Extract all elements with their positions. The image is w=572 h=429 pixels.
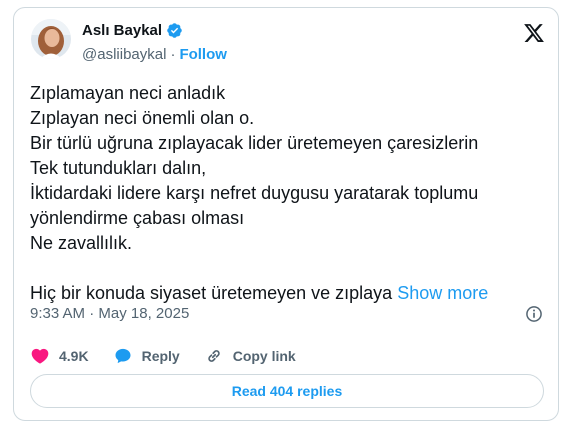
reply-bubble-icon [115,348,131,364]
heart-icon [31,348,49,364]
like-count: 4.9K [59,348,89,364]
timestamp-separator: · [89,305,95,322]
tweet-line: Ne zavallılık. [30,233,133,253]
reply-button[interactable]: Reply [113,346,180,366]
action-bar: 4.9K Reply Copy link [30,346,296,366]
tweet-line: Bir türlü uğruna zıplayacak lider üretem… [30,133,479,153]
tweet-date: May 18, 2025 [98,305,190,322]
tweet-line: Hiç bir konuda siyaset üretemeyen ve zıp… [30,283,393,303]
like-button[interactable]: 4.9K [30,346,89,366]
read-replies-button[interactable]: Read 404 replies [30,374,544,408]
avatar[interactable] [31,19,71,59]
tweet-line: Zıplamayan neci anladık [30,83,226,103]
tweet-card: Aslı Baykal @asliibaykal · Follow Zıplam… [13,7,559,421]
reply-label: Reply [141,348,180,364]
author-name-row: Aslı Baykal [82,22,183,39]
author-name[interactable]: Aslı Baykal [82,22,162,39]
copy-link-button[interactable]: Copy link [204,346,296,366]
x-logo-icon[interactable] [523,22,545,44]
tweet-text: Zıplamayan neci anladık Zıplayan neci ön… [30,81,546,306]
handle-separator: · [170,46,176,63]
handle-row: @asliibaykal · Follow [82,46,227,63]
tweet-line: yönlendirme çabası olması [30,208,245,228]
author-handle[interactable]: @asliibaykal [82,46,166,63]
copy-link-label: Copy link [232,348,296,364]
tweet-line: Tek tutundukları dalın, [30,158,207,178]
info-icon[interactable] [524,304,544,324]
timestamp-row[interactable]: 9:33 AM · May 18, 2025 [30,305,189,322]
tweet-line: İktidardaki lidere karşı nefret duygusu … [30,183,479,203]
link-icon [207,350,220,362]
tweet-last-line: Hiç bir konuda siyaset üretemeyen ve zıp… [30,281,546,306]
verified-badge-icon [167,23,182,38]
follow-button[interactable]: Follow [179,46,227,63]
tweet-time: 9:33 AM [30,305,86,322]
read-replies-label: Read 404 replies [231,383,343,399]
show-more-link[interactable]: Show more [397,283,488,303]
tweet-line: Zıplayan neci önemli olan o. [30,108,255,128]
